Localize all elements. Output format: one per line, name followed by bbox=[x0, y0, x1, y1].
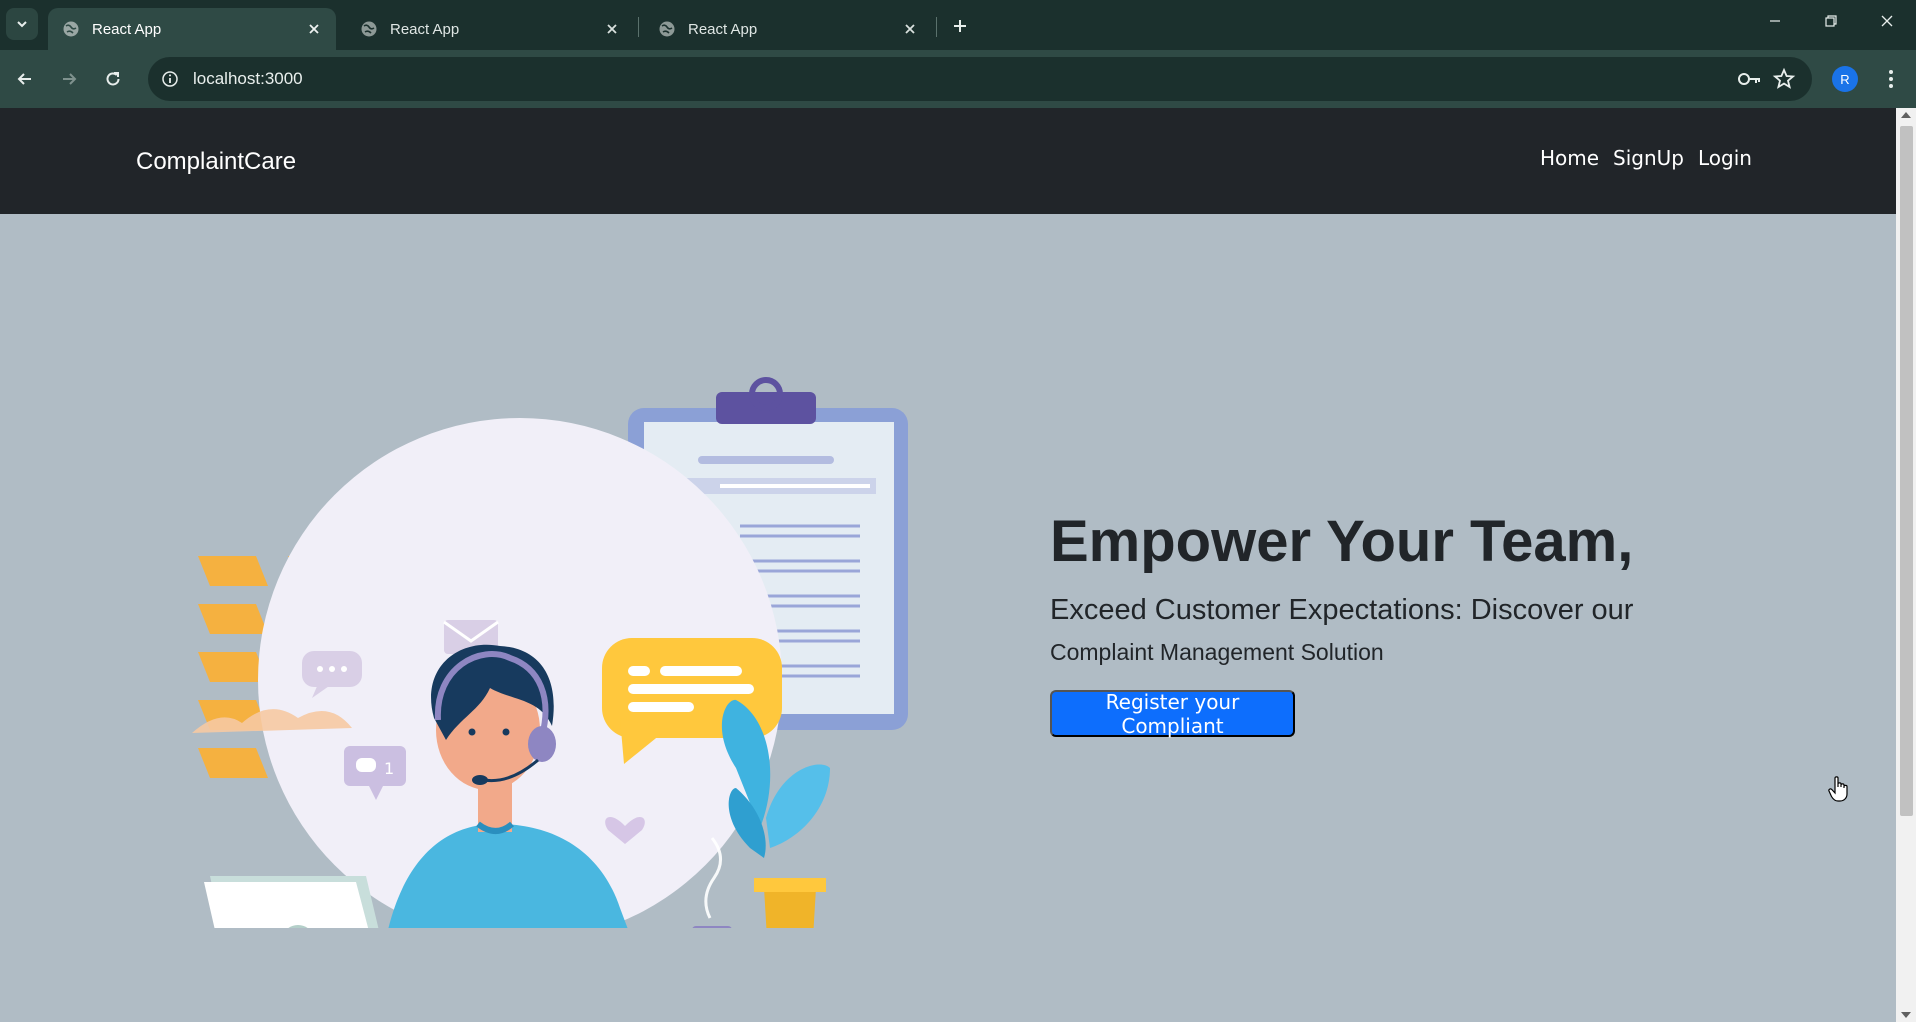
tab-title: React App bbox=[92, 20, 162, 38]
hero-subtitle-line2: Complaint Management Solution bbox=[1050, 639, 1384, 665]
close-icon bbox=[309, 24, 319, 34]
url-text[interactable]: localhost:3000 bbox=[193, 69, 303, 89]
tab-close-button[interactable] bbox=[602, 19, 622, 39]
scrollbar-thumb[interactable] bbox=[1900, 126, 1913, 816]
kebab-menu-icon bbox=[1889, 70, 1893, 88]
tab-title: React App bbox=[390, 20, 460, 38]
nav-link-signup[interactable]: SignUp bbox=[1613, 146, 1684, 170]
reload-button[interactable] bbox=[96, 62, 130, 96]
site-info-button[interactable] bbox=[158, 67, 182, 91]
tab-separator bbox=[638, 17, 639, 37]
register-complaint-button[interactable]: Register your Compliant bbox=[1050, 690, 1295, 738]
customer-support-illustration: 1 bbox=[192, 377, 908, 928]
tab-search-button[interactable] bbox=[6, 8, 38, 40]
restore-icon bbox=[1825, 15, 1837, 27]
close-icon bbox=[905, 24, 915, 34]
page-viewport: ComplaintCare Home SignUp Login 1 Empowe… bbox=[0, 108, 1916, 1022]
browser-tab-strip: React App React App React App bbox=[0, 0, 1916, 50]
browser-tab-2[interactable]: React App bbox=[346, 8, 634, 50]
key-icon[interactable] bbox=[1736, 67, 1762, 91]
star-icon[interactable] bbox=[1772, 67, 1796, 91]
back-button[interactable] bbox=[8, 62, 42, 96]
browser-toolbar: localhost:3000 R bbox=[0, 50, 1916, 108]
globe-icon bbox=[361, 21, 377, 37]
plus-icon bbox=[954, 20, 966, 32]
globe-icon bbox=[63, 21, 79, 37]
browser-menu-button[interactable] bbox=[1876, 64, 1906, 94]
app-navbar: ComplaintCare Home SignUp Login bbox=[0, 108, 1896, 214]
new-tab-button[interactable] bbox=[946, 12, 974, 40]
scroll-down-arrow-icon[interactable] bbox=[1901, 1012, 1911, 1018]
browser-tab-3[interactable]: React App bbox=[644, 8, 932, 50]
address-bar[interactable]: localhost:3000 bbox=[148, 57, 1812, 101]
brand-logo[interactable]: ComplaintCare bbox=[136, 148, 296, 176]
info-icon bbox=[162, 71, 178, 87]
close-window-button[interactable] bbox=[1864, 6, 1910, 36]
forward-button[interactable] bbox=[52, 62, 86, 96]
restore-button[interactable] bbox=[1808, 6, 1854, 36]
close-icon bbox=[1881, 15, 1893, 27]
close-icon bbox=[607, 24, 617, 34]
scroll-up-arrow-icon[interactable] bbox=[1901, 112, 1911, 118]
browser-tab-1[interactable]: React App bbox=[48, 8, 336, 50]
tab-close-button[interactable] bbox=[900, 19, 920, 39]
tab-close-button[interactable] bbox=[304, 19, 324, 39]
page-scrollbar[interactable] bbox=[1896, 108, 1916, 1022]
hand-pointer-cursor-icon bbox=[1828, 776, 1848, 802]
arrow-right-icon bbox=[63, 73, 77, 85]
tab-title: React App bbox=[688, 20, 758, 38]
arrow-left-icon bbox=[17, 73, 31, 85]
nav-link-home[interactable]: Home bbox=[1540, 146, 1599, 170]
globe-icon bbox=[659, 21, 675, 37]
chat-count-badge: 1 bbox=[384, 759, 394, 778]
minimize-icon bbox=[1770, 20, 1780, 22]
minimize-button[interactable] bbox=[1752, 6, 1798, 36]
reload-icon bbox=[106, 72, 120, 86]
nav-link-login[interactable]: Login bbox=[1698, 146, 1752, 170]
hero-title: Empower Your Team, bbox=[1050, 509, 1634, 574]
profile-avatar[interactable]: R bbox=[1832, 66, 1858, 92]
chevron-down-icon bbox=[17, 21, 27, 28]
tab-separator bbox=[936, 17, 937, 37]
hero-subtitle-line1: Exceed Customer Expectations: Discover o… bbox=[1050, 594, 1634, 626]
